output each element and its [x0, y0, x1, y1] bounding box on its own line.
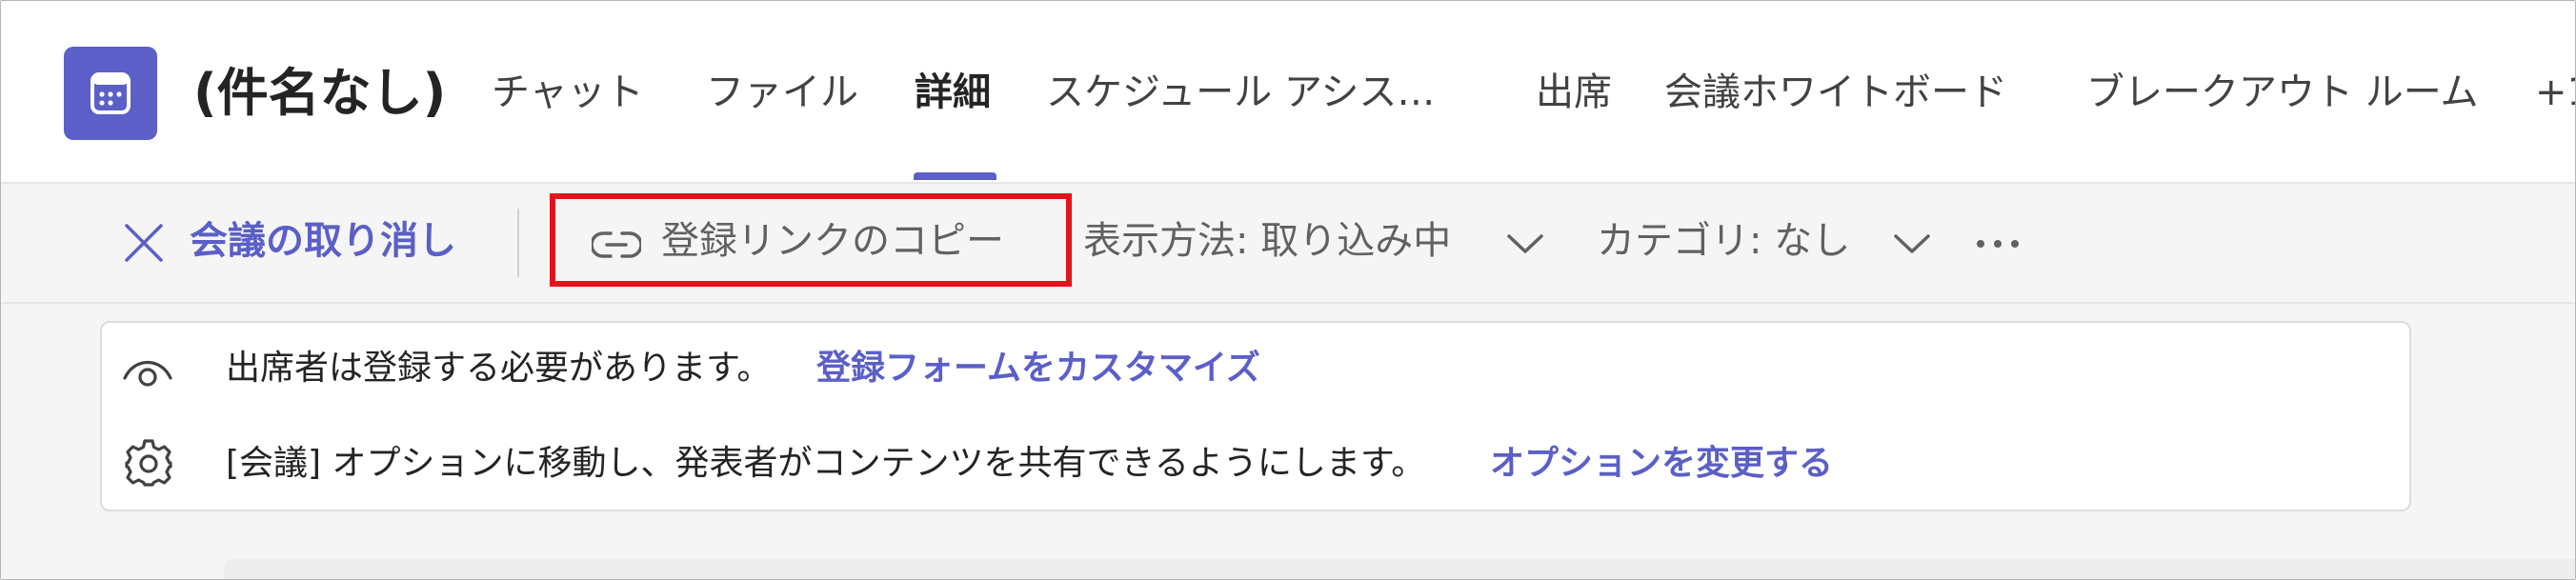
chevron-down-icon[interactable]: [1893, 232, 1931, 259]
change-options-link[interactable]: オプションを変更する: [1490, 439, 1833, 489]
calendar-icon: [64, 47, 157, 140]
tab-details[interactable]: 詳細: [915, 64, 991, 121]
meeting-title: (件名なし): [193, 63, 447, 123]
show-as-dropdown[interactable]: 表示方法: 取り込み中: [1083, 214, 1451, 268]
tab-scheduling-assistant[interactable]: スケジュール アシス…: [1046, 64, 1435, 121]
tab-more-count[interactable]: +1: [2535, 64, 2575, 121]
category-dropdown[interactable]: カテゴリ: なし: [1597, 214, 1850, 268]
chevron-down-icon[interactable]: [1506, 232, 1544, 259]
eye-icon: [121, 353, 174, 391]
copy-registration-link-button[interactable]: 登録リンクのコピー: [661, 214, 1004, 268]
options-instruction-text: [会議] オプションに移動し、発表者がコンテンツを共有できるようにします。: [226, 444, 1426, 483]
toolbar-separator: [517, 209, 519, 277]
cancel-meeting-button[interactable]: 会議の取り消し: [190, 214, 456, 268]
more-icon[interactable]: [1975, 235, 2021, 253]
active-tab-indicator: [914, 172, 996, 180]
content-panel: [224, 559, 2575, 579]
meeting-header: (件名なし) チャット ファイル 詳細 スケジュール アシス… 出席 会議ホワイ…: [1, 1, 2575, 182]
tab-chat[interactable]: チャット: [492, 64, 644, 121]
tab-meeting-whiteboard[interactable]: 会議ホワイトボード: [1664, 64, 2007, 121]
link-icon[interactable]: [590, 228, 643, 266]
customize-registration-form-link[interactable]: 登録フォームをカスタマイズ: [816, 344, 1260, 393]
tab-breakout-rooms[interactable]: ブレークアウト ルーム: [2086, 64, 2479, 121]
tab-files[interactable]: ファイル: [706, 64, 858, 121]
tab-attendance[interactable]: 出席: [1536, 64, 1612, 121]
window: (件名なし) チャット ファイル 詳細 スケジュール アシス… 出席 会議ホワイ…: [0, 0, 2576, 580]
gear-icon: [123, 437, 174, 492]
close-icon[interactable]: [123, 222, 165, 268]
registration-required-text: 出席者は登録する必要があります。: [226, 349, 772, 388]
